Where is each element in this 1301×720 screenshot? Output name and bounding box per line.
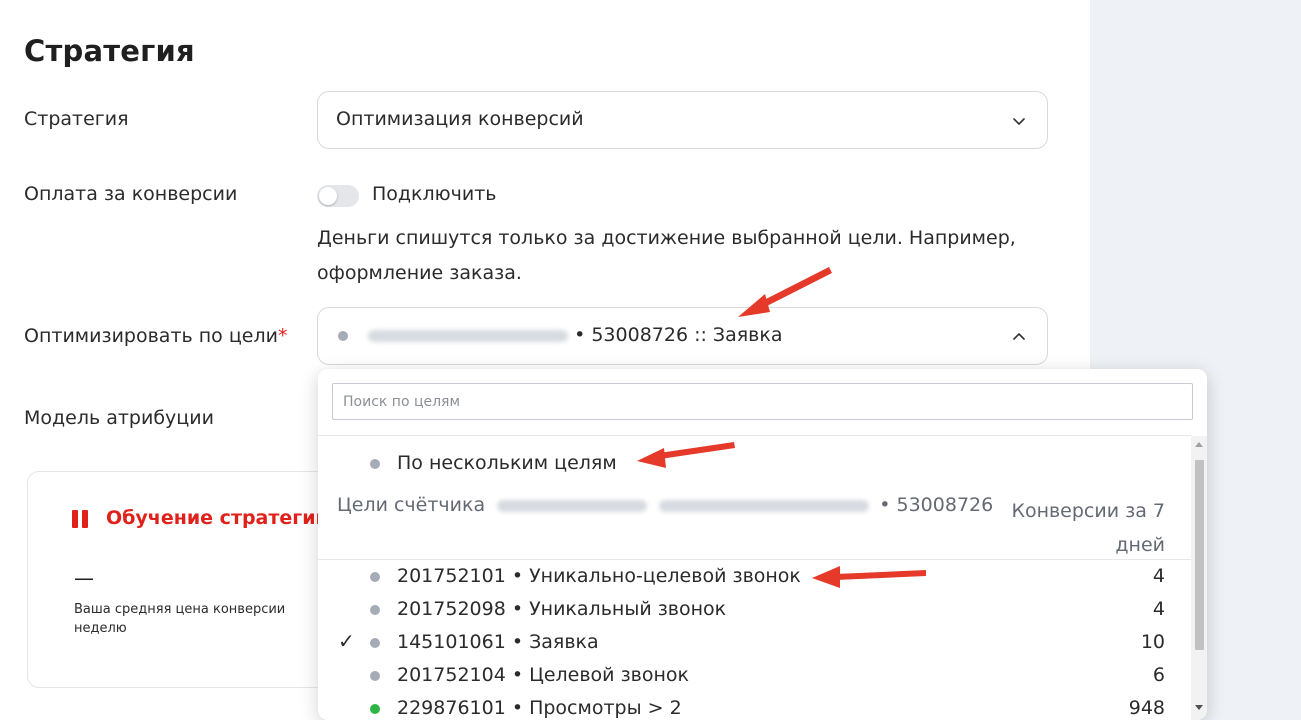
goal-select[interactable]: • 53008726 :: Заявка [317,307,1048,365]
optimize-goal-label-text: Оптимизировать по цели [24,325,278,347]
goal-option[interactable]: 201752104 • Целевой звонок 6 [318,659,1191,693]
goal-option[interactable]: 229876101 • Просмотры > 2 948 [318,692,1191,720]
goal-select-value: • 53008726 :: Заявка [338,324,783,346]
pay-for-conversions-label: Оплата за конверсии [24,183,238,205]
pay-toggle-label[interactable]: Подключить [372,183,497,205]
goal-select-text: • 53008726 :: Заявка [574,324,783,346]
blurred-counter-name [497,499,648,512]
multi-goal-option[interactable]: По нескольким целям [318,447,1191,481]
chevron-down-icon [1013,118,1025,125]
group-label-prefix: Цели счётчика [337,494,486,516]
blurred-site-name [659,499,870,512]
scrollbar-thumb[interactable] [1195,460,1204,650]
goal-option-label: 201752101 • Уникально-целевой звонок [397,565,801,587]
learning-card-description: Ваша средняя цена конверсии неделю [74,602,286,636]
goal-status-dot [370,572,380,582]
strategy-label: Стратегия [24,108,129,130]
group-label: Цели счётчика • 53008726 [337,494,993,516]
page-title: Стратегия [24,34,195,68]
blurred-site-name [368,329,569,342]
pay-for-conversions-toggle[interactable] [317,185,359,207]
strategy-learning-card: Обучение стратегии — Ваша средняя цена к… [27,471,349,688]
goal-dropdown: По нескольким целям Цели счётчика • 5300… [318,369,1207,720]
pay-hint-text: Деньги спишутся только за достижение выб… [317,227,1016,284]
goal-option-count: 4 [1152,565,1165,587]
optimize-goal-label: Оптимизировать по цели* [24,325,287,347]
group-label-suffix: • 53008726 [879,494,994,516]
learning-card-value: — [74,566,94,590]
goal-option[interactable]: 201752098 • Уникальный звонок 4 [318,593,1191,627]
pause-icon [72,510,88,528]
goal-search-input[interactable] [332,383,1193,420]
toggle-knob [319,187,337,205]
goal-option-label: 229876101 • Просмотры > 2 [397,697,682,719]
checkmark-icon: ✓ [338,629,355,653]
goal-option-label: 201752098 • Уникальный звонок [397,598,727,620]
strategy-select[interactable]: Оптимизация конверсий [317,91,1048,149]
goal-status-dot [370,459,380,469]
counter-group-header: Цели счётчика • 53008726 Конверсии за 7 … [318,494,1191,556]
strategy-select-value: Оптимизация конверсий [336,108,584,130]
goal-option-label: 201752104 • Целевой звонок [397,664,690,686]
dropdown-scrollbar[interactable] [1191,436,1207,720]
chevron-up-icon [1013,333,1025,340]
required-mark: * [277,325,288,347]
scroll-down-arrow-icon[interactable] [1195,705,1203,710]
conversions-column-header: Конверсии за 7 дней [1011,500,1165,556]
goal-option-count: 6 [1152,664,1165,686]
scroll-up-arrow-icon[interactable] [1195,442,1203,447]
option-label: По нескольким целям [397,452,617,474]
goal-status-dot [338,330,348,341]
divider [318,435,1191,436]
goal-option-selected[interactable]: ✓ 145101061 • Заявка 10 [318,626,1191,660]
goal-status-dot-active [370,704,380,714]
goal-option-label: 145101061 • Заявка [397,631,599,653]
goal-option-count: 10 [1140,631,1165,653]
goal-status-dot [370,605,380,615]
goal-option[interactable]: 201752101 • Уникально-целевой звонок 4 [318,560,1191,594]
goal-status-dot [370,638,380,648]
goal-option-count: 4 [1152,598,1165,620]
goal-status-dot [370,671,380,681]
goal-option-count: 948 [1128,697,1165,719]
attribution-model-label: Модель атрибуции [24,407,214,429]
learning-card-title: Обучение стратегии [106,507,329,529]
